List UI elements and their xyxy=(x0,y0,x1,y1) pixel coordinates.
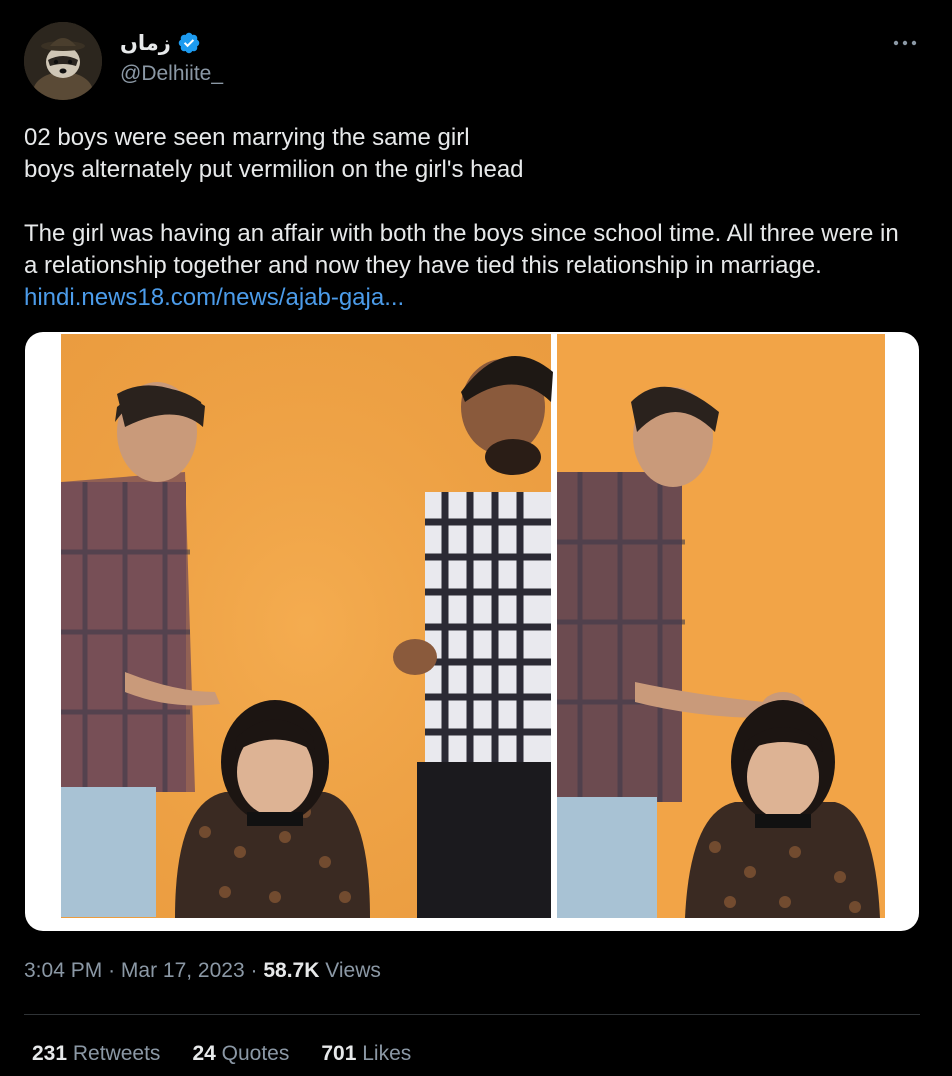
tweet-meta: 3:04 PM · Mar 17, 2023 · 58.7K Views xyxy=(24,959,381,983)
retweets-label: Retweets xyxy=(72,1042,161,1065)
meta-separator: · xyxy=(108,959,116,982)
tweet-text: 02 boys were seen marrying the same girl… xyxy=(24,122,904,314)
author-display-name[interactable]: زماں xyxy=(120,31,171,55)
tweet-text-line: 02 boys were seen marrying the same girl xyxy=(24,124,470,151)
news-link[interactable]: hindi.news18.com/news/ajab-gaja... xyxy=(24,284,404,311)
quotes-label: Quotes xyxy=(221,1042,290,1065)
tweet-text-paragraph: The girl was having an affair with both … xyxy=(24,218,904,314)
tweet-paragraph-text: The girl was having an affair with both … xyxy=(24,220,899,279)
meta-separator: · xyxy=(250,959,258,982)
views-count: 58.7K xyxy=(263,959,320,982)
more-options-icon[interactable] xyxy=(892,30,918,56)
views-label: Views xyxy=(325,959,381,982)
author-avatar[interactable] xyxy=(24,22,102,100)
quotes-stat[interactable]: 24 Quotes xyxy=(192,1042,289,1066)
retweets-stat[interactable]: 231 Retweets xyxy=(32,1042,160,1066)
engagement-stats: 231 Retweets 24 Quotes 701 Likes xyxy=(32,1042,411,1066)
author-name-row[interactable]: زماں xyxy=(120,28,201,58)
tweet: زماں @Delhiite_ 02 boys were seen marryi… xyxy=(0,0,952,1076)
raccoon-detective-avatar xyxy=(24,22,102,100)
tweet-time[interactable]: 3:04 PM xyxy=(24,959,102,982)
tweet-photo[interactable] xyxy=(25,332,919,931)
divider xyxy=(24,1014,920,1015)
retweets-count: 231 xyxy=(32,1042,68,1065)
tweet-date[interactable]: Mar 17, 2023 xyxy=(121,959,245,982)
likes-count: 701 xyxy=(321,1042,357,1065)
tweet-text-line: boys alternately put vermilion on the gi… xyxy=(24,156,524,183)
likes-label: Likes xyxy=(362,1042,412,1065)
quotes-count: 24 xyxy=(192,1042,216,1065)
likes-stat[interactable]: 701 Likes xyxy=(321,1042,411,1066)
verified-badge-icon xyxy=(178,32,200,54)
author-handle[interactable]: @Delhiite_ xyxy=(120,62,223,86)
photo-image xyxy=(61,334,885,918)
